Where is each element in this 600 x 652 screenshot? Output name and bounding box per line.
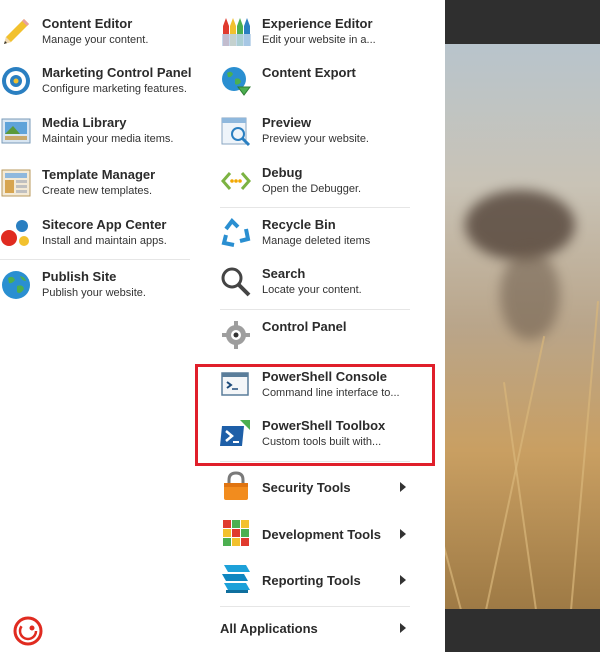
menu-item-media-library[interactable]: Media Library Maintain your media items. (0, 115, 190, 149)
separator (0, 259, 190, 260)
crayons-icon (222, 18, 251, 46)
menu-item-debug[interactable]: Debug Open the Debugger. (220, 165, 410, 199)
preview-icon (221, 117, 251, 147)
chevron-right-icon (400, 482, 406, 492)
separator (220, 606, 410, 607)
item-description: Create new templates. (42, 185, 153, 197)
item-description: Publish your website. (42, 287, 146, 299)
menu-item-publish-site[interactable]: Publish Site Publish your website. (0, 269, 190, 303)
item-title: Debug (262, 165, 303, 180)
separator (220, 207, 410, 208)
photo-blur-shape (465, 190, 575, 260)
menu-item-search[interactable]: Search Locate your content. (220, 266, 410, 300)
item-title: Control Panel (262, 319, 347, 334)
item-title: Content Editor (42, 16, 133, 31)
submenu-development-tools[interactable]: Development Tools (220, 517, 410, 549)
item-title: Preview (262, 115, 312, 130)
submenu-reporting-tools[interactable]: Reporting Tools (220, 563, 410, 595)
media-library-icon (1, 118, 31, 144)
gear-icon (222, 321, 250, 349)
menu-item-control-panel[interactable]: Control Panel (220, 319, 410, 353)
export-globe-icon (222, 67, 251, 96)
item-title: Media Library (42, 115, 127, 130)
chevron-right-icon (400, 529, 406, 539)
menu-item-experience-editor[interactable]: Experience Editor Edit your website in a.… (220, 16, 410, 50)
start-menu: Content Editor Manage your content. Marke… (0, 0, 445, 652)
item-description: Manage your content. (42, 34, 149, 46)
item-title: Marketing Control Panel (42, 65, 192, 80)
menu-item-content-export[interactable]: Content Export (220, 65, 410, 99)
menu-item-sitecore-app-center[interactable]: Sitecore App Center Install and maintain … (0, 217, 190, 251)
chevron-right-icon (400, 623, 406, 633)
item-title: Content Export (262, 65, 356, 80)
lock-icon (224, 471, 248, 500)
item-description: Install and maintain apps. (42, 235, 167, 247)
menu-item-template-manager[interactable]: Template Manager Create new templates. (0, 167, 190, 201)
item-description: Locate your content. (262, 284, 362, 296)
item-title: Sitecore App Center (42, 217, 167, 232)
bottom-bar (445, 609, 600, 652)
globe-icon (2, 271, 30, 299)
target-icon (2, 67, 30, 95)
item-description: Preview your website. (262, 133, 369, 145)
template-icon (1, 169, 31, 197)
sitecore-logo-icon[interactable] (13, 616, 43, 646)
menu-item-preview[interactable]: Preview Preview your website. (220, 115, 410, 149)
recycle-icon (221, 217, 251, 247)
all-applications-button[interactable]: All Applications (220, 615, 410, 643)
item-title: Template Manager (42, 167, 156, 182)
cube-icon (223, 520, 249, 546)
photo-blur-shape (500, 250, 560, 340)
item-title: Recycle Bin (262, 217, 336, 232)
desktop-background-image (445, 0, 600, 652)
item-description: Configure marketing features. (42, 83, 187, 95)
item-description: Manage deleted items (262, 235, 371, 247)
app-center-icon (1, 220, 29, 246)
top-bar (445, 0, 600, 44)
reporting-icon (222, 565, 250, 593)
all-applications-label: All Applications (220, 621, 318, 636)
debug-icon (221, 172, 251, 190)
item-title: Security Tools (262, 480, 351, 495)
menu-item-recycle-bin[interactable]: Recycle Bin Manage deleted items (220, 217, 410, 251)
item-title: Search (262, 266, 306, 281)
item-title: Development Tools (262, 527, 381, 542)
item-description: Open the Debugger. (262, 183, 362, 195)
separator (220, 309, 410, 310)
item-title: Experience Editor (262, 16, 373, 31)
item-description: Maintain your media items. (42, 133, 174, 145)
menu-item-content-editor[interactable]: Content Editor Manage your content. (0, 16, 190, 50)
highlight-box (195, 364, 435, 466)
chevron-right-icon (400, 575, 406, 585)
menu-item-marketing-control-panel[interactable]: Marketing Control Panel Configure marketi… (0, 65, 192, 99)
submenu-security-tools[interactable]: Security Tools (220, 470, 410, 502)
item-title: Publish Site (42, 269, 117, 284)
magnifier-icon (221, 267, 251, 297)
item-description: Edit your website in a... (262, 34, 376, 46)
pencil-icon (4, 19, 29, 44)
item-title: Reporting Tools (262, 573, 361, 588)
